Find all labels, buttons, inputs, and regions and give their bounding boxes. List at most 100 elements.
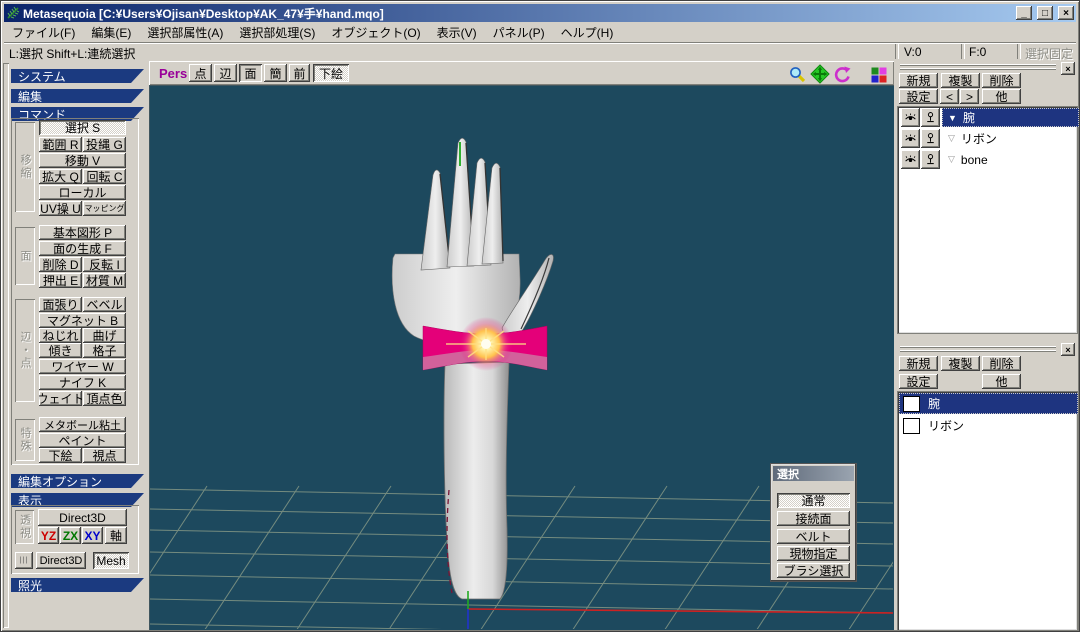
menu-panel[interactable]: パネル(P) xyxy=(485,22,553,43)
minimize-button[interactable]: _ xyxy=(1016,6,1032,20)
object-other-button[interactable]: 他 xyxy=(982,89,1021,104)
magnet-button[interactable]: マグネット B xyxy=(39,313,126,328)
wire-button[interactable]: ワイヤー W xyxy=(39,359,126,374)
range-tool-button[interactable]: 範囲 R xyxy=(39,137,82,152)
object-delete-button[interactable]: 削除 xyxy=(982,73,1021,88)
object-duplicate-button[interactable]: 複製 xyxy=(941,73,980,88)
weight-button[interactable]: ウェイト xyxy=(39,391,82,406)
title-bar[interactable]: Metasequoia [C:¥Users¥Ojisan¥Desktop¥AK_… xyxy=(4,4,1076,22)
axis-toggle-button[interactable]: 軸 xyxy=(105,527,127,544)
face-stretch-button[interactable]: 面張り xyxy=(39,297,82,312)
rotate-tool-button[interactable]: 回転 C xyxy=(83,169,126,184)
material-panel-grip[interactable] xyxy=(900,350,1056,353)
extrude-button[interactable]: 押出 E xyxy=(39,273,82,288)
pin-icon[interactable] xyxy=(921,150,940,169)
knife-button[interactable]: ナイフ K xyxy=(39,375,126,390)
sidebar-section-edit-options[interactable]: 編集オプション xyxy=(11,474,144,488)
select-normal-button[interactable]: 通常 xyxy=(777,493,850,508)
yz-plane-button[interactable]: YZ xyxy=(38,527,59,544)
material-panel-close-icon[interactable]: × xyxy=(1061,343,1075,356)
primitive-button[interactable]: 基本図形 P xyxy=(39,225,126,240)
material-duplicate-button[interactable]: 複製 xyxy=(941,356,980,371)
lattice-button[interactable]: 格子 xyxy=(83,343,126,358)
eye-icon[interactable] xyxy=(901,108,920,127)
material-other-button[interactable]: 他 xyxy=(982,374,1021,389)
menu-selection-proc[interactable]: 選択部処理(S) xyxy=(231,22,323,43)
mesh-toggle-button[interactable]: Mesh xyxy=(93,552,129,569)
object-row-ribbon[interactable]: ▽ リボン xyxy=(942,129,1079,148)
show-edges-button[interactable]: 辺 xyxy=(214,64,237,82)
viewport-3d[interactable]: 選択 通常 接続面 ベルト 現物指定 ブラシ選択 xyxy=(149,85,894,630)
underlay-button[interactable]: 下絵 xyxy=(39,448,82,463)
close-button[interactable]: × xyxy=(1058,6,1074,20)
sidebar-section-lighting[interactable]: 照光 xyxy=(11,578,144,592)
select-belt-button[interactable]: ベルト xyxy=(777,529,850,544)
material-settings-button[interactable]: 設定 xyxy=(899,374,938,389)
selection-panel[interactable]: 選択 通常 接続面 ベルト 現物指定 ブラシ選択 xyxy=(771,464,856,581)
sidebar-section-edit[interactable]: 編集 xyxy=(11,89,144,103)
expander-icon[interactable]: ▽ xyxy=(948,154,955,165)
pin-icon[interactable] xyxy=(921,108,940,127)
direct3d-button[interactable]: Direct3D xyxy=(38,509,127,526)
menu-object[interactable]: オブジェクト(O) xyxy=(323,22,428,43)
material-new-button[interactable]: 新規 xyxy=(899,356,938,371)
select-connected-button[interactable]: 接続面 xyxy=(777,511,850,526)
delete-button[interactable]: 削除 D xyxy=(39,257,82,272)
viewpoint-button[interactable]: 視点 xyxy=(83,448,126,463)
select-brush-button[interactable]: ブラシ選択 xyxy=(777,563,850,578)
object-row-bone[interactable]: ▽ bone xyxy=(942,150,1079,169)
simple-display-button[interactable]: 簡 xyxy=(264,64,287,82)
pan-icon[interactable] xyxy=(810,64,830,84)
menu-file[interactable]: ファイル(F) xyxy=(4,22,83,43)
sidebar-section-system[interactable]: システム xyxy=(11,69,144,83)
zoom-icon[interactable] xyxy=(787,64,807,84)
material-row-ribbon[interactable]: リボン xyxy=(899,415,1078,436)
object-row-arm[interactable]: ▼ 腕 xyxy=(942,108,1079,127)
bevel-button[interactable]: ベベル xyxy=(83,297,126,312)
face-generate-button[interactable]: 面の生成 F xyxy=(39,241,126,256)
tilt-button[interactable]: 傾き xyxy=(39,343,82,358)
sidebar-grip[interactable] xyxy=(3,63,9,628)
menu-view[interactable]: 表示(V) xyxy=(429,22,485,43)
show-faces-button[interactable]: 面 xyxy=(239,64,262,82)
uv-tool-button[interactable]: UV操 U xyxy=(39,201,82,216)
menu-edit[interactable]: 編集(E) xyxy=(83,22,139,43)
move-tool-button[interactable]: 移動 V xyxy=(39,153,126,168)
xy-plane-button[interactable]: XY xyxy=(82,527,103,544)
metaball-button[interactable]: メタボール粘土 xyxy=(39,417,126,432)
object-settings-button[interactable]: 設定 xyxy=(899,89,938,104)
pin-icon[interactable] xyxy=(921,129,940,148)
vertex-color-button[interactable]: 頂点色 xyxy=(83,391,126,406)
invert-button[interactable]: 反転 I xyxy=(83,257,126,272)
eye-icon[interactable] xyxy=(901,150,920,169)
zx-plane-button[interactable]: ZX xyxy=(60,527,81,544)
material-button[interactable]: 材質 M xyxy=(83,273,126,288)
expander-icon[interactable]: ▼ xyxy=(948,113,957,123)
object-new-button[interactable]: 新規 xyxy=(899,73,938,88)
object-next-button[interactable]: > xyxy=(960,89,979,104)
eye-icon[interactable] xyxy=(901,129,920,148)
select-pick-button[interactable]: 現物指定 xyxy=(777,546,850,561)
material-delete-button[interactable]: 削除 xyxy=(982,356,1021,371)
selection-lock-toggle[interactable]: 選択固定 xyxy=(1025,45,1073,62)
material-panel-grip[interactable] xyxy=(900,346,1056,349)
twist-button[interactable]: ねじれ xyxy=(39,328,82,343)
scale-tool-button[interactable]: 拡大 Q xyxy=(39,169,82,184)
parallel-view-button[interactable]: ||| xyxy=(15,552,33,569)
show-points-button[interactable]: 点 xyxy=(189,64,212,82)
bend-button[interactable]: 曲げ xyxy=(83,328,126,343)
menu-help[interactable]: ヘルプ(H) xyxy=(553,22,622,43)
menu-selection-attr[interactable]: 選択部属性(A) xyxy=(139,22,231,43)
underlay-toggle-button[interactable]: 下絵 xyxy=(313,64,349,82)
lasso-tool-button[interactable]: 投縄 G xyxy=(83,137,126,152)
object-panel-grip[interactable] xyxy=(900,68,1056,71)
material-row-arm[interactable]: 腕 xyxy=(899,393,1078,414)
rotate-icon[interactable] xyxy=(832,64,852,84)
expander-icon[interactable]: ▽ xyxy=(948,133,955,144)
local-tool-button[interactable]: ローカル xyxy=(39,185,126,200)
object-panel-close-icon[interactable]: × xyxy=(1061,62,1075,75)
object-panel-grip[interactable] xyxy=(900,64,1056,67)
select-tool-button[interactable]: 選択 S xyxy=(39,120,126,135)
renderer-button[interactable]: Direct3D xyxy=(36,552,86,569)
front-display-button[interactable]: 前 xyxy=(289,64,310,82)
